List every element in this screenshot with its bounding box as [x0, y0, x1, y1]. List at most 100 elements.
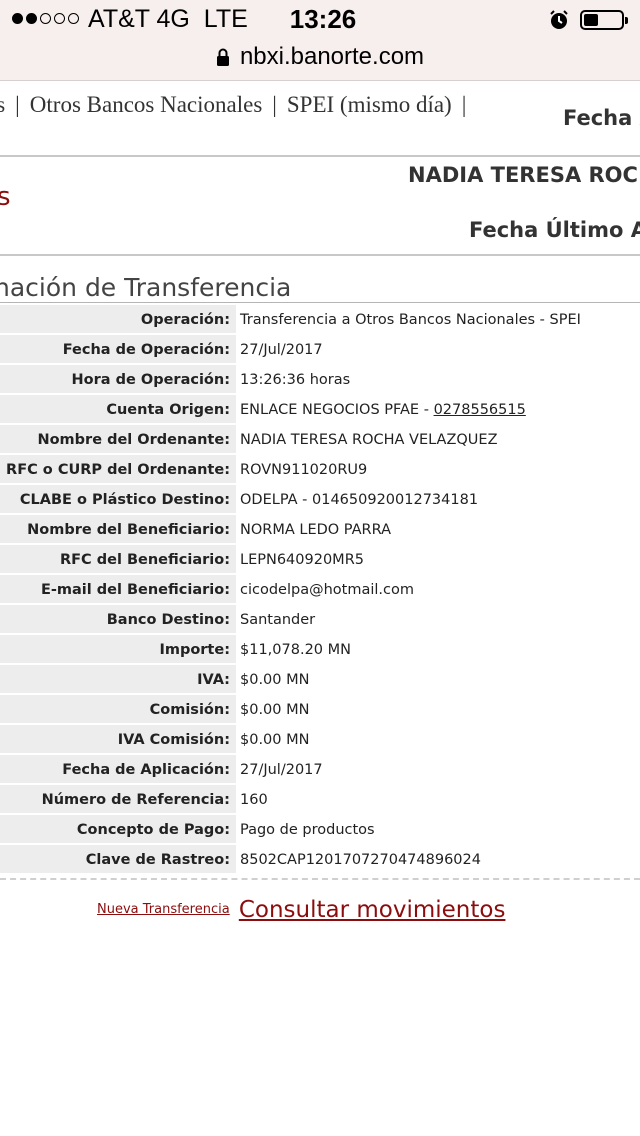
detail-value-text: NADIA TERESA ROCHA VELAZQUEZ — [240, 432, 498, 448]
view-movements-link[interactable]: Consultar movimientos — [239, 897, 506, 923]
detail-value-text: 27/Jul/2017 — [240, 762, 323, 778]
status-bar: AT&T 4G LTE 13:26 — [0, 0, 640, 40]
detail-row: Hora de Operación: 13:26:36 horas — [0, 365, 640, 395]
top-nav: as|Otros Bancos Nacionales|SPEI (mismo d… — [0, 92, 476, 118]
detail-value: NORMA LEDO PARRA — [236, 515, 640, 545]
detail-value: 160 — [236, 785, 640, 815]
detail-value: ODELPA - 014650920012734181 — [236, 485, 640, 515]
detail-value: ROVN911020RU9 — [236, 455, 640, 485]
detail-value: $0.00 MN — [236, 695, 640, 725]
detail-row: E-mail del Beneficiario: cicodelpa@hotmai… — [0, 575, 640, 605]
detail-row: Operación: Transferencia a Otros Bancos N… — [0, 305, 640, 335]
detail-value-text: NORMA LEDO PARRA — [240, 522, 392, 538]
action-links: Nueva Transferencia Consultar movimiento… — [97, 897, 505, 923]
detail-label: E-mail del Beneficiario: — [0, 575, 236, 605]
detail-value: 27/Jul/2017 — [236, 755, 640, 785]
detail-row: RFC o CURP del Ordenante: ROVN911020RU9 — [0, 455, 640, 485]
battery-icon — [580, 10, 628, 30]
detail-row: IVA Comisión: $0.00 MN — [0, 725, 640, 755]
detail-row: CLABE o Plástico Destino: ODELPA - 014650… — [0, 485, 640, 515]
detail-label: Número de Referencia: — [0, 785, 236, 815]
detail-value: $0.00 MN — [236, 665, 640, 695]
detail-value: Transferencia a Otros Bancos Nacionales … — [236, 305, 640, 335]
detail-value-text: $0.00 MN — [240, 732, 310, 748]
account-number-link[interactable]: 0278556515 — [434, 402, 526, 418]
browser-chrome: AT&T 4G LTE 13:26 nbxi.banorte.com — [0, 0, 640, 81]
detail-value-text: $0.00 MN — [240, 672, 310, 688]
detail-value: 13:26:36 horas — [236, 365, 640, 395]
detail-value: 27/Jul/2017 — [236, 335, 640, 365]
detail-label: RFC o CURP del Ordenante: — [0, 455, 236, 485]
detail-value: NADIA TERESA ROCHA VELAZQUEZ — [236, 425, 640, 455]
fecha-label: Fecha A — [563, 106, 640, 130]
detail-label: Hora de Operación: — [0, 365, 236, 395]
detail-value-text: 13:26:36 horas — [240, 372, 351, 388]
detail-row: IVA: $0.00 MN — [0, 665, 640, 695]
detail-value: cicodelpa@hotmail.com — [236, 575, 640, 605]
detail-value-text: Santander — [240, 612, 316, 628]
divider — [0, 254, 640, 256]
detail-row: Fecha de Operación: 27/Jul/2017 — [0, 335, 640, 365]
detail-value-text: 27/Jul/2017 — [240, 342, 323, 358]
section-title: nación de Transferencia — [0, 273, 292, 302]
detail-value: Pago de productos — [236, 815, 640, 845]
user-name: NADIA TERESA ROC — [408, 163, 638, 187]
detail-row: Clave de Rastreo: 8502CAP1201707270474896… — [0, 845, 640, 875]
detail-label: Nombre del Beneficiario: — [0, 515, 236, 545]
nav-item-spei[interactable]: SPEI (mismo día) — [287, 92, 452, 117]
detail-value: $11,078.20 MN — [236, 635, 640, 665]
detail-row: Fecha de Aplicación: 27/Jul/2017 — [0, 755, 640, 785]
detail-row: Concepto de Pago: Pago de productos — [0, 815, 640, 845]
divider — [0, 155, 640, 157]
detail-label: Concepto de Pago: — [0, 815, 236, 845]
detail-label: Importe: — [0, 635, 236, 665]
nav-separator: | — [272, 92, 277, 117]
new-transfer-link[interactable]: Nueva Transferencia — [97, 902, 230, 917]
detail-value-text: $11,078.20 MN — [240, 642, 351, 658]
detail-value-text: 8502CAP1201707270474896024 — [240, 852, 481, 868]
detail-value-text: LEPN640920MR5 — [240, 552, 364, 568]
detail-row: Nombre del Ordenante: NADIA TERESA ROCHA … — [0, 425, 640, 455]
transfer-detail-table: Operación: Transferencia a Otros Bancos N… — [0, 305, 640, 875]
detail-label: Cuenta Origen: — [0, 395, 236, 425]
detail-label: Fecha de Operación: — [0, 335, 236, 365]
detail-row: Comisión: $0.00 MN — [0, 695, 640, 725]
detail-row: Cuenta Origen: ENLACE NEGOCIOS PFAE - 027… — [0, 395, 640, 425]
detail-value: LEPN640920MR5 — [236, 545, 640, 575]
detail-value: 8502CAP1201707270474896024 — [236, 845, 640, 875]
detail-label: Comisión: — [0, 695, 236, 725]
detail-label: Fecha de Aplicación: — [0, 755, 236, 785]
detail-label: IVA: — [0, 665, 236, 695]
detail-value-text: 160 — [240, 792, 268, 808]
detail-value: ENLACE NEGOCIOS PFAE - 0278556515 — [236, 395, 640, 425]
detail-label: IVA Comisión: — [0, 725, 236, 755]
nav-separator: | — [461, 92, 467, 117]
nav-item-otros-bancos[interactable]: Otros Bancos Nacionales — [30, 92, 263, 117]
detail-value: $0.00 MN — [236, 725, 640, 755]
detail-value-text: ROVN911020RU9 — [240, 462, 368, 478]
last-access-label: Fecha Último A — [469, 218, 640, 242]
divider — [0, 302, 640, 303]
detail-label: Banco Destino: — [0, 605, 236, 635]
detail-label: Nombre del Ordenante: — [0, 425, 236, 455]
detail-row: Nombre del Beneficiario: NORMA LEDO PARRA — [0, 515, 640, 545]
detail-row: Número de Referencia: 160 — [0, 785, 640, 815]
page-heading-fragment: s — [0, 182, 11, 212]
detail-value-text: Pago de productos — [240, 822, 375, 838]
detail-row: Banco Destino: Santander — [0, 605, 640, 635]
detail-label: CLABE o Plástico Destino: — [0, 485, 236, 515]
detail-label: Operación: — [0, 305, 236, 335]
detail-label: Clave de Rastreo: — [0, 845, 236, 875]
detail-value-text: $0.00 MN — [240, 702, 310, 718]
status-time: 13:26 — [289, 4, 357, 34]
detail-row: Importe: $11,078.20 MN — [0, 635, 640, 665]
detail-value-text: Transferencia a Otros Bancos Nacionales … — [240, 312, 581, 328]
detail-label: RFC del Beneficiario: — [0, 545, 236, 575]
detail-value: Santander — [236, 605, 640, 635]
url-text: nbxi.banorte.com — [239, 43, 425, 70]
detail-value-text: ODELPA - 014650920012734181 — [240, 492, 479, 508]
lock-icon — [216, 48, 229, 66]
address-bar[interactable]: nbxi.banorte.com — [0, 40, 640, 74]
nav-separator: | — [15, 92, 20, 117]
dashed-divider — [0, 878, 640, 880]
